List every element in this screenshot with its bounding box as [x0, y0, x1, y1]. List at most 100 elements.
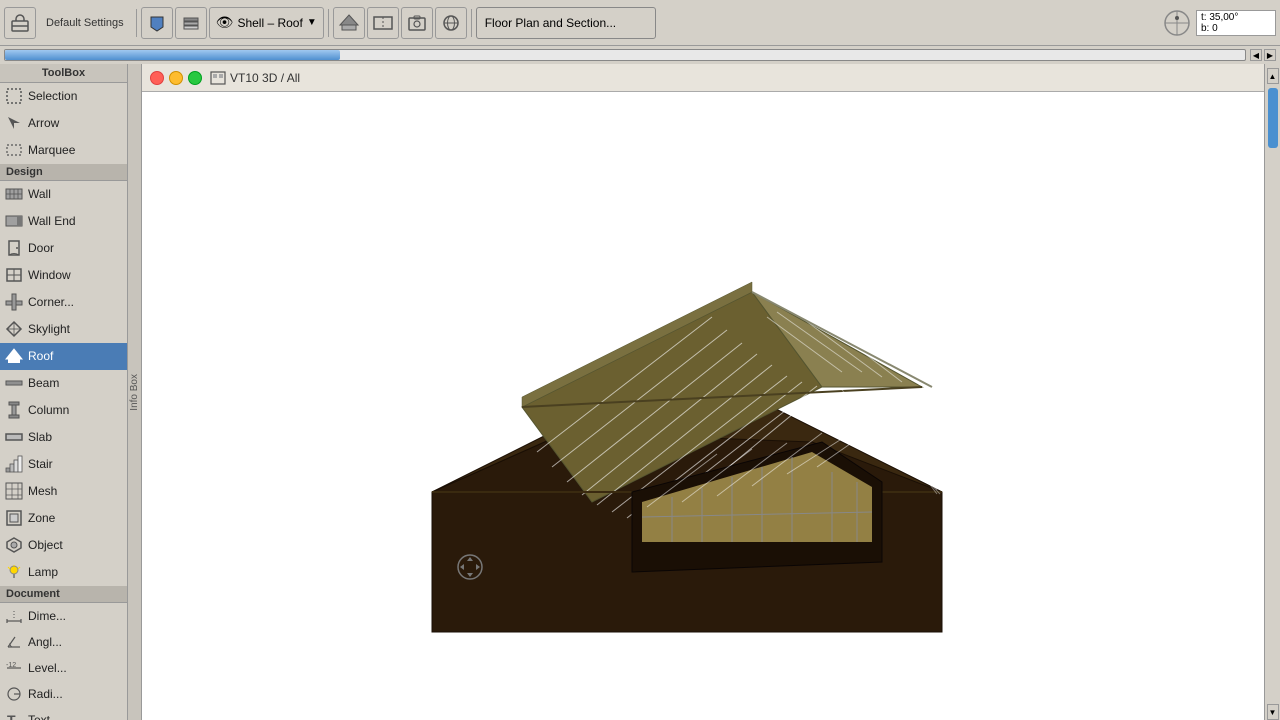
sidebar-label-beam: Beam — [28, 376, 59, 390]
canvas-icon — [210, 70, 226, 86]
layers-btn[interactable] — [175, 7, 207, 39]
minimize-button[interactable] — [169, 71, 183, 85]
shell-roof-dropdown[interactable]: 👁 Shell – Roof ▼ — [209, 7, 324, 39]
sidebar-item-lamp[interactable]: Lamp — [0, 559, 127, 586]
sidebar-item-skylight[interactable]: Skylight — [0, 316, 127, 343]
progress-next[interactable]: ▶ — [1264, 49, 1276, 61]
door-icon — [4, 238, 24, 258]
canvas-title-group: VT10 3D / All — [210, 70, 300, 86]
info-box-text: Info Box — [129, 374, 140, 411]
sidebar-item-door[interactable]: Door — [0, 235, 127, 262]
sidebar-label-marquee: Marquee — [28, 143, 75, 157]
floor-plan-dropdown[interactable]: Floor Plan and Section... — [476, 7, 656, 39]
sidebar-item-marquee[interactable]: Marquee — [0, 137, 127, 164]
sidebar-item-roof[interactable]: Roof — [0, 343, 127, 370]
shell-roof-label: Shell – Roof — [237, 16, 302, 30]
maximize-button[interactable] — [188, 71, 202, 85]
floor-plan-label: Floor Plan and Section... — [485, 16, 616, 30]
canvas-viewport[interactable] — [142, 92, 1264, 720]
globe-btn[interactable] — [435, 7, 467, 39]
section-btn[interactable] — [367, 7, 399, 39]
canvas-title-text: VT10 3D / All — [230, 71, 300, 85]
shape-btn[interactable] — [141, 7, 173, 39]
text-icon: T — [4, 710, 24, 720]
sep1 — [136, 9, 137, 37]
sidebar-item-stair[interactable]: Stair — [0, 451, 127, 478]
progress-prev[interactable]: ◀ — [1250, 49, 1262, 61]
stair-icon — [4, 454, 24, 474]
sidebar-item-beam[interactable]: Beam — [0, 370, 127, 397]
sidebar-label-selection: Selection — [28, 89, 77, 103]
arrow-icon — [4, 113, 24, 133]
sidebar-label-arrow: Arrow — [28, 116, 59, 130]
sidebar-label-window: Window — [28, 268, 71, 282]
level-icon: -12 — [4, 658, 24, 678]
canvas-titlebar: VT10 3D / All — [142, 64, 1264, 92]
info-box: Info Box — [128, 64, 142, 720]
sidebar-item-object[interactable]: Object — [0, 532, 127, 559]
mesh-icon — [4, 481, 24, 501]
sidebar-item-dime[interactable]: Dime... — [0, 603, 127, 629]
roof-shape-btn[interactable] — [333, 7, 365, 39]
sidebar-label-roof: Roof — [28, 349, 53, 363]
sidebar-label-zone: Zone — [28, 511, 55, 525]
sidebar-label-object: Object — [28, 538, 63, 552]
coord-t: t: 35,00° — [1201, 12, 1271, 23]
column-icon — [4, 400, 24, 420]
main-area: ToolBox Selection Arrow Marquee Design — [0, 64, 1280, 720]
sidebar-item-radi[interactable]: Radi... — [0, 681, 127, 707]
wall-end-icon — [4, 211, 24, 231]
sidebar-item-window[interactable]: Window — [0, 262, 127, 289]
sidebar-item-arrow[interactable]: Arrow — [0, 110, 127, 137]
sep3 — [471, 9, 472, 37]
scroll-down-btn[interactable]: ▼ — [1267, 704, 1279, 720]
radi-icon — [4, 684, 24, 704]
coord-box: t: 35,00° b: 0 — [1196, 10, 1276, 36]
sidebar-label-column: Column — [28, 403, 69, 417]
document-section-header: Document — [0, 586, 127, 603]
sidebar-label-door: Door — [28, 241, 54, 255]
window-icon — [4, 265, 24, 285]
progress-bar — [4, 49, 1246, 61]
marquee-icon — [4, 140, 24, 160]
sidebar: ToolBox Selection Arrow Marquee Design — [0, 64, 128, 720]
sidebar-item-angl[interactable]: Angl... — [0, 629, 127, 655]
svg-text:T: T — [7, 712, 16, 720]
sidebar-label-mesh: Mesh — [28, 484, 57, 498]
selection-icon — [4, 86, 24, 106]
sidebar-label-lamp: Lamp — [28, 565, 58, 579]
sidebar-label-angl: Angl... — [28, 635, 62, 649]
sidebar-item-zone[interactable]: Zone — [0, 505, 127, 532]
close-button[interactable] — [150, 71, 164, 85]
sidebar-item-column[interactable]: Column — [0, 397, 127, 424]
sidebar-item-wall[interactable]: Wall — [0, 181, 127, 208]
lamp-icon — [4, 562, 24, 582]
progress-nav: ◀ ▶ — [1250, 49, 1276, 61]
zone-icon — [4, 508, 24, 528]
progress-row: ◀ ▶ — [0, 46, 1280, 64]
sidebar-label-corner: Corner... — [28, 295, 74, 309]
settings-label: Default Settings — [38, 17, 132, 29]
toolbox-btn[interactable] — [4, 7, 36, 39]
sidebar-item-text[interactable]: T Text... — [0, 707, 127, 720]
sidebar-item-selection[interactable]: Selection — [0, 83, 127, 110]
toolbox-title: ToolBox — [0, 64, 127, 83]
sidebar-label-skylight: Skylight — [28, 322, 70, 336]
sidebar-item-wall-end[interactable]: Wall End — [0, 208, 127, 235]
sidebar-item-corner[interactable]: Corner... — [0, 289, 127, 316]
sidebar-label-level: Level... — [28, 661, 67, 675]
sidebar-label-text: Text... — [28, 713, 60, 720]
canvas-area: VT10 3D / All — [142, 64, 1264, 720]
sidebar-label-wall-end: Wall End — [28, 214, 76, 228]
sidebar-item-slab[interactable]: Slab — [0, 424, 127, 451]
photo-btn[interactable] — [401, 7, 433, 39]
scroll-thumb[interactable] — [1268, 88, 1278, 148]
sidebar-item-mesh[interactable]: Mesh — [0, 478, 127, 505]
angl-icon — [4, 632, 24, 652]
sidebar-label-dime: Dime... — [28, 609, 66, 623]
sep2 — [328, 9, 329, 37]
shell-roof-arrow: ▼ — [307, 17, 317, 28]
progress-fill — [5, 50, 340, 60]
scroll-up-btn[interactable]: ▲ — [1267, 68, 1279, 84]
sidebar-item-level[interactable]: -12 Level... — [0, 655, 127, 681]
